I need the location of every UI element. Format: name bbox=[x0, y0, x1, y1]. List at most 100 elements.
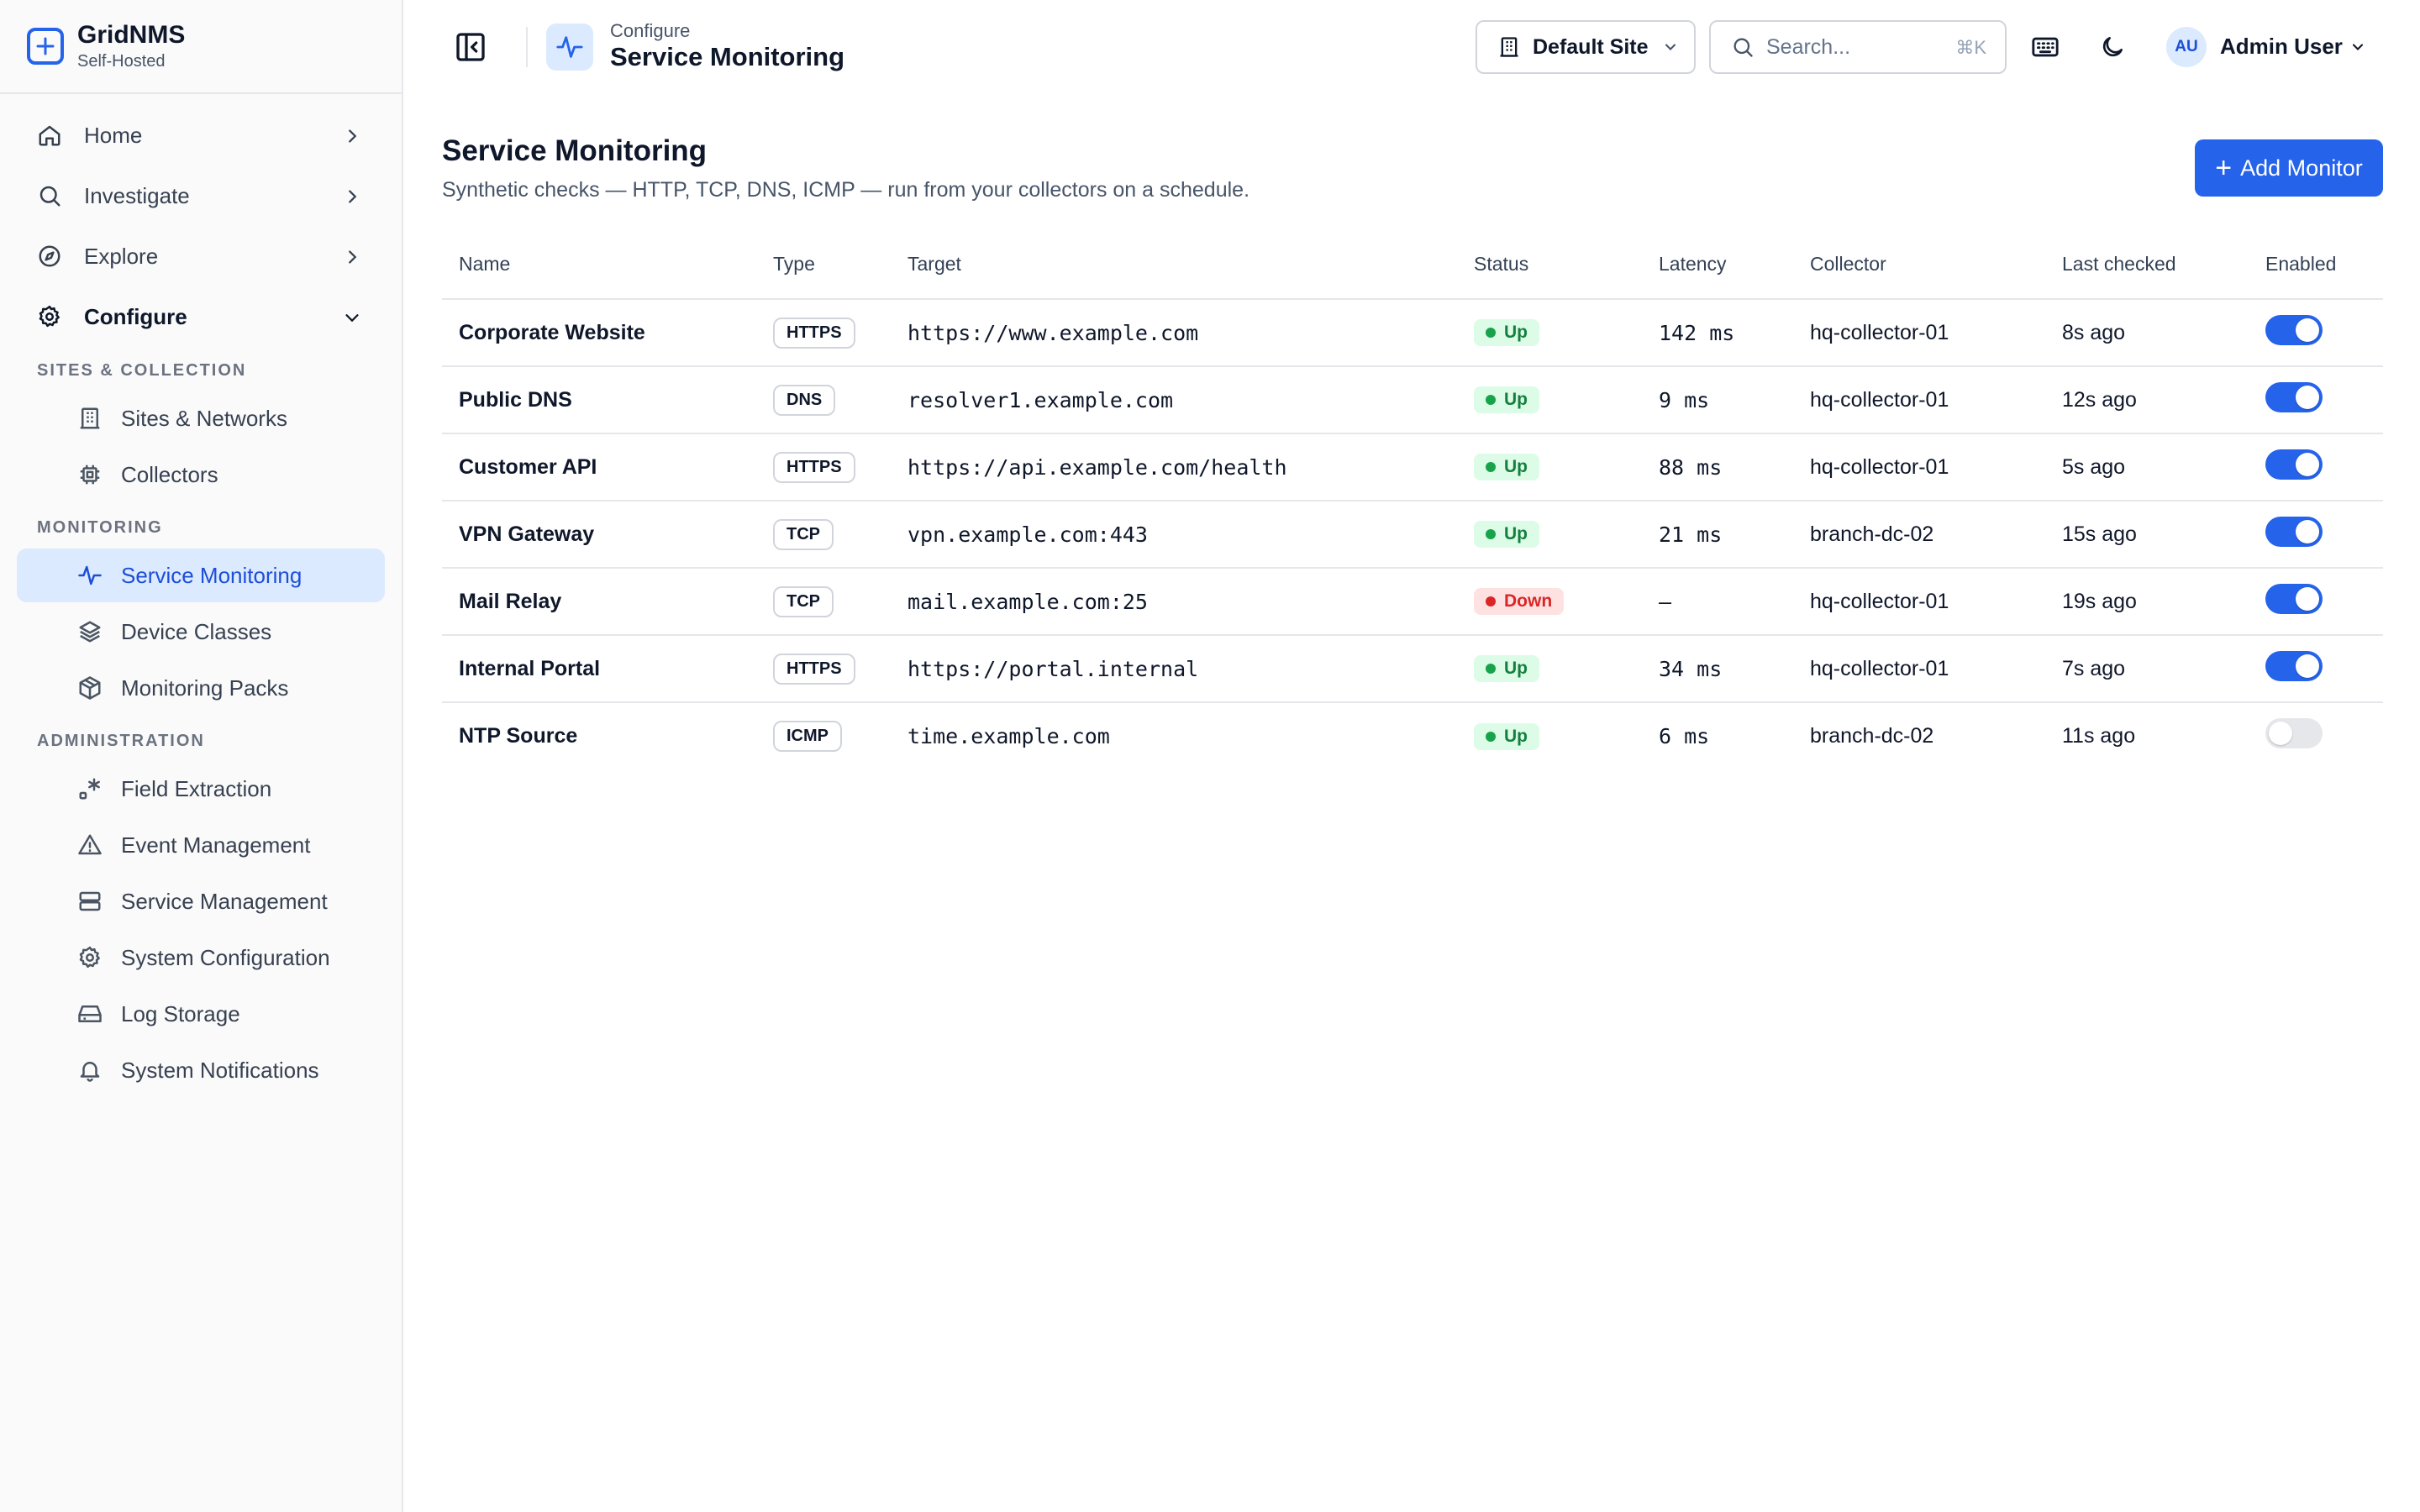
monitor-latency: 142 ms bbox=[1642, 299, 1793, 367]
sidebar-toggle-button[interactable] bbox=[454, 30, 487, 64]
monitor-last-checked: 7s ago bbox=[2045, 635, 2249, 703]
monitor-enabled-cell bbox=[2249, 501, 2383, 569]
column-header-latency[interactable]: Latency bbox=[1642, 230, 1793, 300]
table-row[interactable]: Public DNS DNS resolver1.example.com Up 9 ms… bbox=[442, 366, 2383, 434]
table-row[interactable]: Customer API HTTPS https://api.example.com… bbox=[442, 433, 2383, 501]
monitor-status-cell: Up bbox=[1457, 366, 1642, 434]
sidebar-item-service-management[interactable]: Service Management bbox=[17, 874, 385, 928]
brand[interactable]: GridNMS Self-Hosted bbox=[0, 0, 402, 94]
search-box[interactable]: ⌘K bbox=[1709, 20, 2007, 74]
enabled-toggle[interactable] bbox=[2265, 583, 2323, 614]
layers-icon bbox=[77, 618, 104, 645]
enabled-toggle[interactable] bbox=[2265, 314, 2323, 345]
add-monitor-button[interactable]: + Add Monitor bbox=[2195, 139, 2383, 197]
table-header-row: Name Type Target Status Latency Collecto… bbox=[442, 230, 2383, 300]
enabled-toggle[interactable] bbox=[2265, 516, 2323, 547]
sidebar-item-label: Sites & Networks bbox=[121, 405, 287, 431]
monitors-table: Name Type Target Status Latency Collecto… bbox=[442, 230, 2383, 769]
status-badge: Up bbox=[1474, 454, 1539, 480]
sidebar-item-system-notifications[interactable]: System Notifications bbox=[17, 1043, 385, 1097]
enabled-toggle[interactable] bbox=[2265, 449, 2323, 480]
enabled-toggle[interactable] bbox=[2265, 718, 2323, 748]
keyboard-shortcuts-button[interactable] bbox=[2027, 29, 2064, 66]
monitor-name[interactable]: Customer API bbox=[442, 433, 756, 501]
header-divider bbox=[526, 27, 528, 67]
sidebar-item-sites-networks[interactable]: Sites & Networks bbox=[17, 391, 385, 445]
sidebar-item-device-classes[interactable]: Device Classes bbox=[17, 605, 385, 659]
column-header-last-checked[interactable]: Last checked bbox=[2045, 230, 2249, 300]
sidebar-item-service-monitoring[interactable]: Service Monitoring bbox=[17, 549, 385, 602]
table-row[interactable]: Corporate Website HTTPS https://www.exampl… bbox=[442, 299, 2383, 367]
brand-logo-icon bbox=[27, 28, 64, 65]
column-header-status[interactable]: Status bbox=[1457, 230, 1642, 300]
column-header-enabled[interactable]: Enabled bbox=[2249, 230, 2383, 300]
sidebar-item-log-storage[interactable]: Log Storage bbox=[17, 987, 385, 1041]
search-shortcut: ⌘K bbox=[1955, 37, 1986, 58]
status-label: Up bbox=[1504, 659, 1528, 678]
activity-icon bbox=[546, 24, 593, 71]
sidebar-item-label: Configure bbox=[84, 303, 187, 329]
sidebar-item-investigate[interactable]: Investigate bbox=[17, 168, 385, 223]
monitor-target: time.example.com bbox=[908, 724, 1110, 748]
breadcrumb-parent[interactable]: Configure bbox=[610, 20, 690, 42]
sidebar-item-home[interactable]: Home bbox=[17, 108, 385, 163]
monitor-name[interactable]: Internal Portal bbox=[442, 635, 756, 703]
monitor-name[interactable]: Corporate Website bbox=[442, 299, 756, 367]
theme-toggle-button[interactable] bbox=[2094, 29, 2131, 66]
monitor-latency: — bbox=[1642, 568, 1793, 636]
table-row[interactable]: VPN Gateway TCP vpn.example.com:443 Up 21 ms… bbox=[442, 501, 2383, 569]
monitor-enabled-cell bbox=[2249, 702, 2383, 769]
plus-icon: + bbox=[2215, 152, 2233, 184]
column-header-type[interactable]: Type bbox=[756, 230, 891, 300]
monitor-name[interactable]: Mail Relay bbox=[442, 568, 756, 636]
chevron-down-icon[interactable] bbox=[2349, 39, 2366, 60]
column-header-collector[interactable]: Collector bbox=[1793, 230, 2045, 300]
column-header-target[interactable]: Target bbox=[891, 230, 1457, 300]
status-badge: Up bbox=[1474, 722, 1539, 750]
sidebar-item-event-management[interactable]: Event Management bbox=[17, 818, 385, 872]
breadcrumb-title: Service Monitoring bbox=[610, 42, 845, 71]
chevron-right-icon bbox=[343, 246, 361, 272]
sidebar-item-configure[interactable]: Configure bbox=[17, 289, 385, 344]
table-row[interactable]: Internal Portal HTTPS https://portal.inter… bbox=[442, 635, 2383, 703]
enabled-toggle[interactable] bbox=[2265, 381, 2323, 412]
avatar[interactable]: AU bbox=[2166, 27, 2207, 67]
enabled-toggle[interactable] bbox=[2265, 650, 2323, 681]
add-monitor-label: Add Monitor bbox=[2240, 155, 2363, 181]
monitor-enabled-cell bbox=[2249, 568, 2383, 636]
sidebar-item-system-configuration[interactable]: System Configuration bbox=[17, 931, 385, 984]
sidebar-item-monitoring-packs[interactable]: Monitoring Packs bbox=[17, 661, 385, 715]
monitor-name[interactable]: NTP Source bbox=[442, 702, 756, 769]
panel-left-icon bbox=[456, 33, 485, 61]
monitor-name[interactable]: Public DNS bbox=[442, 366, 756, 434]
status-badge: Up bbox=[1474, 386, 1539, 413]
site-selector[interactable]: Default Site bbox=[1476, 20, 1696, 74]
toggle-knob bbox=[2296, 586, 2319, 611]
column-header-name[interactable]: Name bbox=[442, 230, 756, 300]
monitor-enabled-cell bbox=[2249, 366, 2383, 434]
status-badge: Up bbox=[1474, 319, 1539, 346]
site-selector-label: Default Site bbox=[1533, 34, 1649, 59]
sidebar-item-field-extraction[interactable]: Field Extraction bbox=[17, 762, 385, 816]
status-label: Up bbox=[1504, 457, 1528, 476]
monitor-enabled-cell bbox=[2249, 299, 2383, 367]
status-label: Down bbox=[1504, 591, 1553, 611]
monitor-collector: hq-collector-01 bbox=[1793, 635, 2045, 703]
table-row[interactable]: Mail Relay TCP mail.example.com:25 Down — hq-… bbox=[442, 568, 2383, 636]
user-menu-name[interactable]: Admin User bbox=[2220, 34, 2343, 60]
monitor-target: resolver1.example.com bbox=[891, 366, 1457, 434]
status-dot-icon bbox=[1486, 529, 1496, 539]
server-icon bbox=[77, 888, 104, 915]
sidebar-item-collectors[interactable]: Collectors bbox=[17, 448, 385, 501]
search-input[interactable] bbox=[1766, 34, 1934, 60]
sidebar-item-explore[interactable]: Explore bbox=[17, 228, 385, 284]
type-badge: TCP bbox=[773, 518, 834, 550]
monitor-latency: 88 ms bbox=[1642, 433, 1793, 501]
table-row[interactable]: NTP Source ICMP time.example.com Up 6 ms bran… bbox=[442, 702, 2383, 769]
monitor-collector: branch-dc-02 bbox=[1810, 724, 1934, 748]
status-label: Up bbox=[1504, 323, 1528, 342]
gear-icon bbox=[37, 302, 66, 331]
monitor-name[interactable]: VPN Gateway bbox=[442, 501, 756, 569]
building-icon bbox=[1500, 37, 1518, 57]
monitor-status-cell: Up bbox=[1457, 702, 1642, 769]
